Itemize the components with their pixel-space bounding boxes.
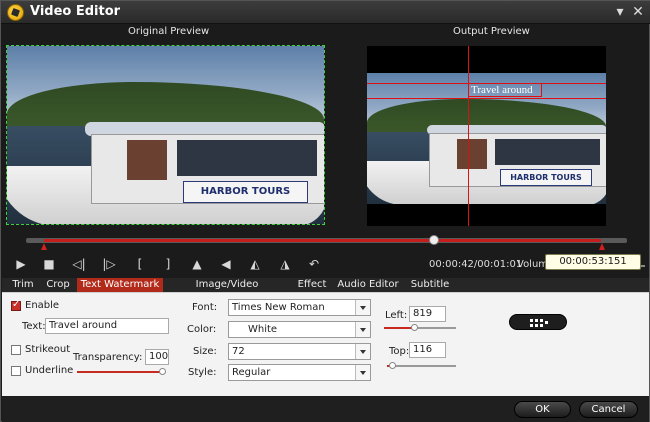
left-position-slider[interactable] (384, 324, 456, 331)
rotate-left-icon[interactable]: ◭ (248, 257, 262, 271)
position-grid-button[interactable] (509, 314, 567, 330)
timeline-playhead[interactable] (428, 235, 439, 245)
chevron-down-icon (355, 300, 370, 315)
tab-text-watermark[interactable]: Text Watermark (77, 278, 163, 292)
title-bar: Video Editor ▾ ✕ (1, 1, 650, 24)
transparency-label: Transparency: (73, 352, 143, 363)
play-icon[interactable]: ▶ (14, 257, 28, 271)
rotate-right-icon[interactable]: ◮ (278, 257, 292, 271)
timeline-progress (44, 239, 601, 242)
prev-frame-icon[interactable]: ◁| (72, 257, 86, 271)
chevron-down-icon (355, 344, 370, 359)
strikeout-checkbox[interactable] (11, 345, 21, 355)
chevron-down-icon (355, 365, 370, 380)
playback-time: 00:00:42/00:01:01 (429, 259, 523, 270)
transparency-slider[interactable] (77, 368, 166, 375)
mark-out-icon[interactable]: ] (161, 257, 175, 271)
text-label: Text: (22, 321, 46, 332)
tab-image-video-watermark[interactable]: Image/Video Watermark (168, 278, 286, 304)
time-tooltip: 00:00:53:151 (545, 254, 641, 270)
undo-icon[interactable]: ↶ (307, 257, 321, 271)
color-select-value: White (248, 324, 278, 335)
enable-checkbox[interactable] (11, 299, 21, 311)
color-label: Color: (187, 324, 217, 335)
boat-banner: HARBOR TOURS (183, 181, 308, 203)
mark-in-icon[interactable]: [ (133, 257, 147, 271)
style-select-value: Regular (232, 367, 271, 378)
strikeout-label: Strikeout (25, 344, 71, 355)
volume-label: Volum (517, 259, 549, 270)
watermark-text-input[interactable]: Travel around (45, 318, 169, 334)
watermark-guide-vertical (468, 46, 469, 226)
left-slider-thumb[interactable] (411, 324, 418, 331)
color-select[interactable]: White (228, 321, 371, 338)
tab-effect[interactable]: Effect (294, 278, 330, 292)
enable-label: Enable (25, 300, 60, 311)
close-button[interactable]: ✕ (629, 3, 647, 21)
stop-icon[interactable]: ■ (42, 257, 56, 271)
original-video-frame: HARBOR TOURS (7, 46, 324, 224)
tab-subtitle[interactable]: Subtitle (407, 278, 453, 292)
size-label: Size: (193, 346, 217, 357)
top-position-slider[interactable] (387, 362, 456, 369)
font-select[interactable]: Times New Roman (228, 299, 371, 316)
cancel-button[interactable]: Cancel (579, 401, 638, 418)
original-preview-label: Original Preview (128, 26, 210, 37)
next-frame-icon[interactable]: |▷ (102, 257, 116, 271)
left-slider-fill (384, 327, 414, 329)
output-preview: HARBOR TOURS Travel around (367, 46, 606, 226)
font-label: Font: (192, 302, 218, 313)
style-label: Style: (188, 367, 217, 378)
chevron-down-icon (355, 322, 370, 337)
watermark-preview-text: Travel around (471, 84, 533, 96)
output-boat-banner: HARBOR TOURS (500, 169, 592, 186)
flip-horizontal-icon[interactable]: ◀ (219, 257, 233, 271)
trim-start-marker[interactable] (41, 243, 47, 250)
flip-vertical-icon[interactable]: ▲ (190, 257, 204, 271)
size-select-value: 72 (232, 346, 245, 357)
style-select[interactable]: Regular (228, 364, 371, 381)
tab-trim[interactable]: Trim (8, 278, 38, 292)
app-logo-icon (7, 4, 24, 21)
window-title: Video Editor (30, 4, 121, 19)
output-preview-label: Output Preview (453, 26, 530, 37)
top-slider-thumb[interactable] (389, 362, 396, 369)
position-grid-icon (530, 319, 548, 327)
top-label: Top: (389, 346, 410, 357)
timeline-track[interactable] (26, 235, 627, 245)
minimize-button[interactable]: ▾ (611, 3, 629, 21)
size-select[interactable]: 72 (228, 343, 371, 360)
underline-label: Underline (25, 365, 74, 376)
editor-tabs: Trim Crop Text Watermark Image/Video Wat… (2, 278, 649, 304)
transparency-slider-thumb[interactable] (159, 368, 166, 375)
underline-checkbox[interactable] (11, 366, 21, 376)
left-position-input[interactable]: 819 (409, 306, 446, 322)
ok-button[interactable]: OK (514, 401, 571, 418)
original-preview[interactable]: HARBOR TOURS (6, 45, 325, 225)
left-label: Left: (385, 310, 408, 321)
video-editor-window: Video Editor ▾ ✕ Original Preview Output… (0, 0, 650, 422)
trim-end-marker[interactable] (599, 243, 605, 250)
font-select-value: Times New Roman (232, 302, 325, 313)
top-position-input[interactable]: 116 (409, 342, 446, 358)
tab-audio-editor[interactable]: Audio Editor (337, 278, 399, 292)
transparency-input[interactable]: 100 (145, 349, 169, 365)
tab-crop[interactable]: Crop (43, 278, 73, 292)
